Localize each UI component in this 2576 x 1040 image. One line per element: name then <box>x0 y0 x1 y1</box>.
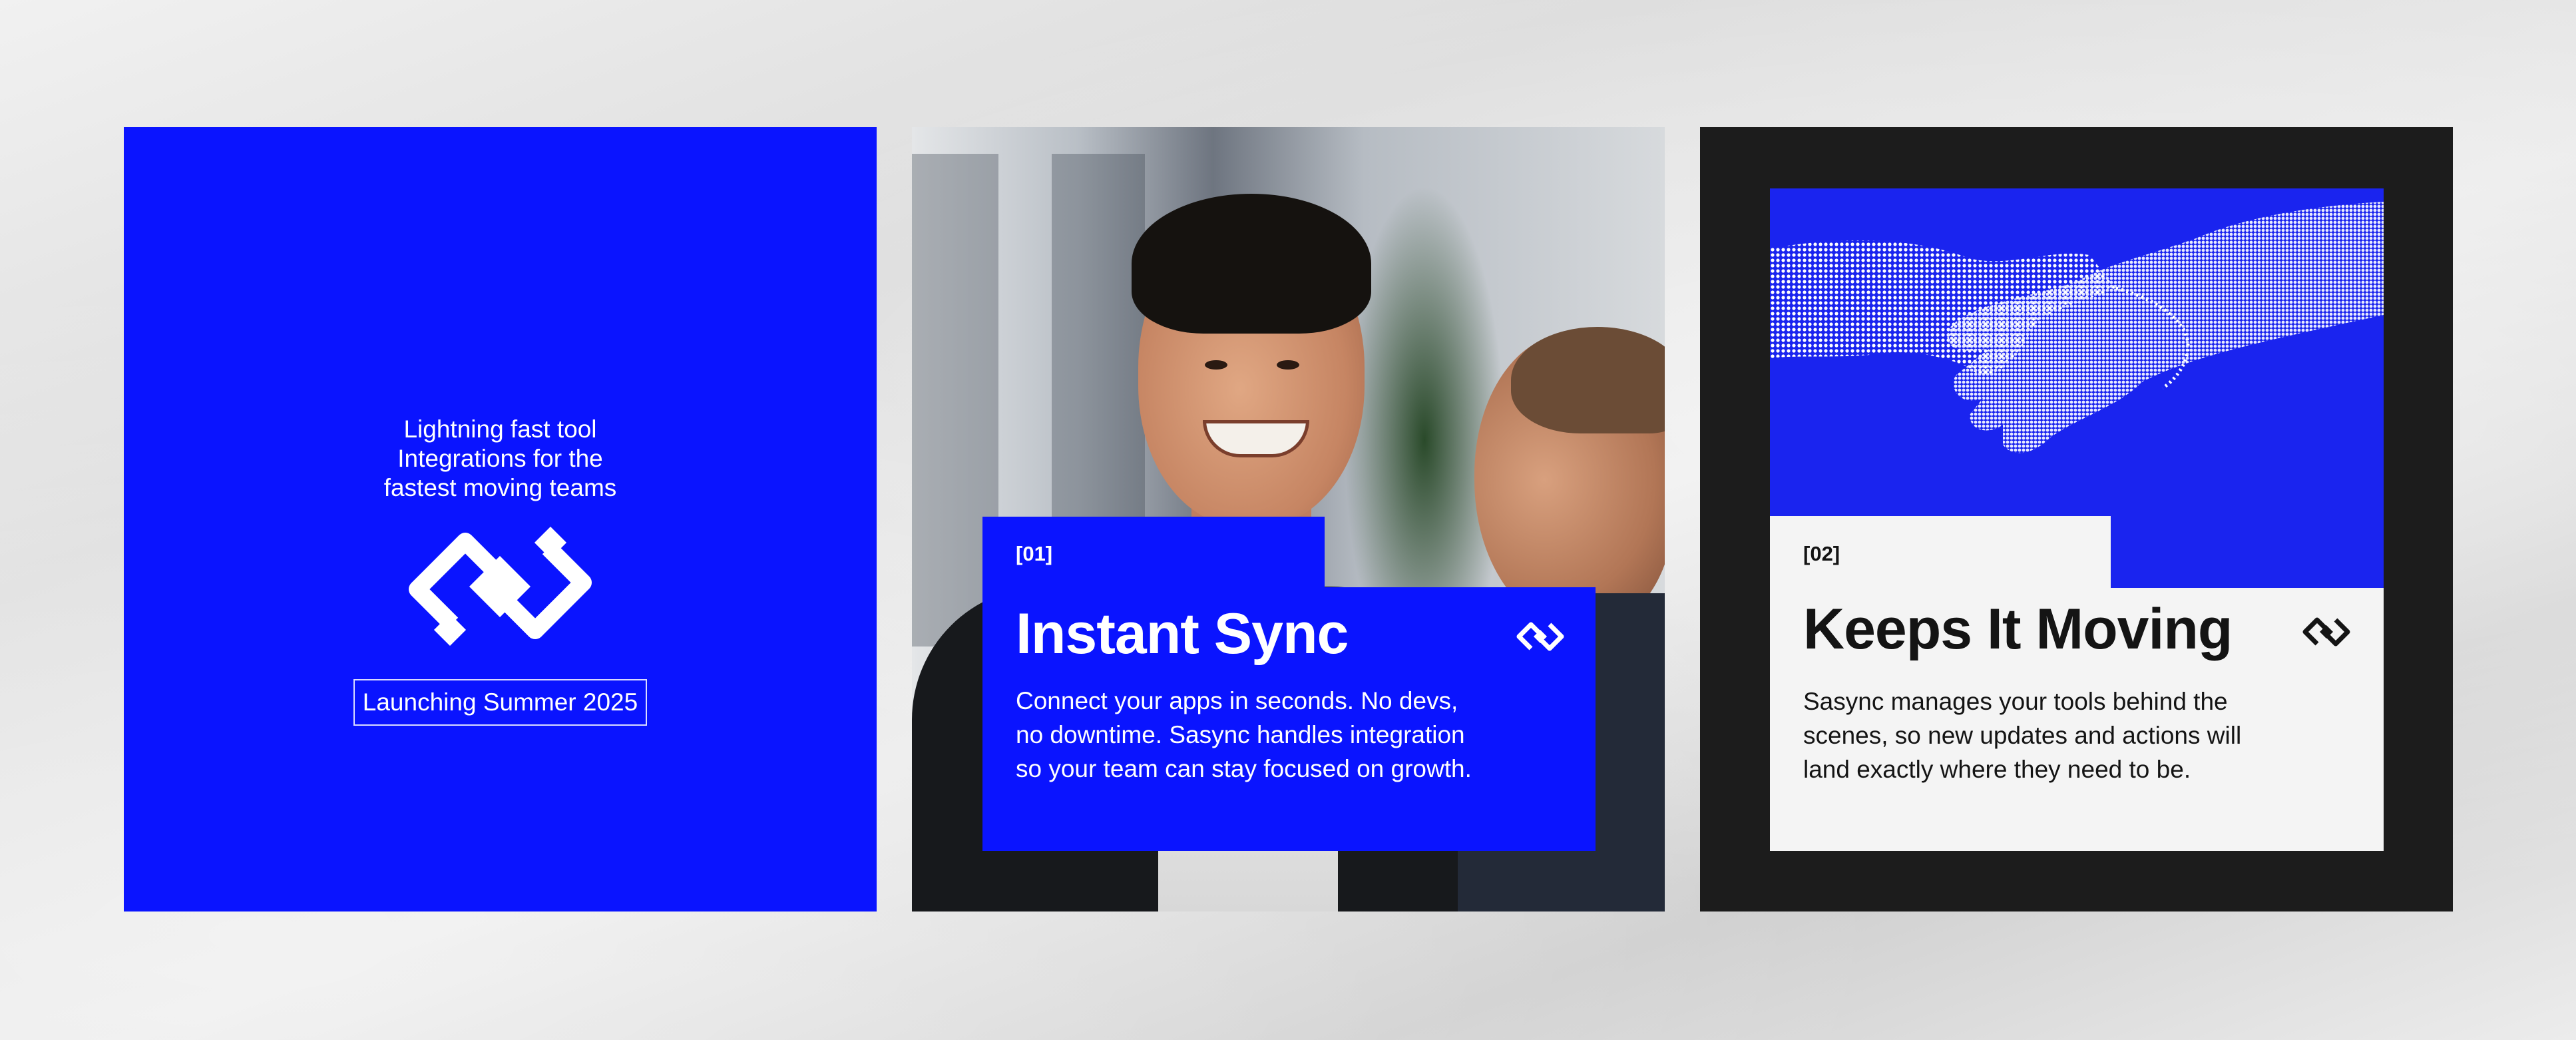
feature-frame: [02] Keeps It Moving Sasync manages your… <box>1770 188 2384 851</box>
linked-diamonds-icon <box>1516 622 1564 651</box>
man-eye-left <box>1205 360 1227 370</box>
smiling-man-hair <box>1132 194 1371 334</box>
feature-description-line-3: so your team can stay focused on growth. <box>1016 755 1472 782</box>
feature-description-line-3: land exactly where they need to be. <box>1803 756 2191 783</box>
feature-description-line-2: scenes, so new updates and actions will <box>1803 722 2242 749</box>
feature-description: Sasync manages your tools behind the sce… <box>1803 684 2282 786</box>
index-tab: [01] <box>982 517 1325 590</box>
feature-panel: Instant Sync Connect your apps in second… <box>982 587 1596 851</box>
feature-description-line-2: no downtime. Sasync handles integration <box>1016 721 1465 748</box>
tagline-line-1: Lightning fast tool <box>403 415 597 443</box>
feature-description-line-1: Sasync manages your tools behind the <box>1803 688 2228 715</box>
feature-title: Keeps It Moving <box>1803 597 2233 661</box>
index-label: [01] <box>1016 542 1053 565</box>
man-eye-right <box>1277 360 1299 370</box>
feature-description-line-1: Connect your apps in seconds. No devs, <box>1016 687 1458 714</box>
feature-description: Connect your apps in seconds. No devs, n… <box>1016 684 1522 786</box>
card-keeps-it-moving: [02] Keeps It Moving Sasync manages your… <box>1700 127 2453 911</box>
index-label: [02] <box>1803 542 1840 565</box>
card-launch: Lightning fast tool Integrations for the… <box>124 127 877 911</box>
feature-title: Instant Sync <box>1016 602 1349 666</box>
launch-badge: Launching Summer 2025 <box>353 679 647 726</box>
card-instant-sync: [01] Instant Sync Connect your apps in s… <box>912 127 1665 911</box>
second-man-hair <box>1511 327 1665 433</box>
linked-diamonds-icon <box>2302 617 2350 647</box>
